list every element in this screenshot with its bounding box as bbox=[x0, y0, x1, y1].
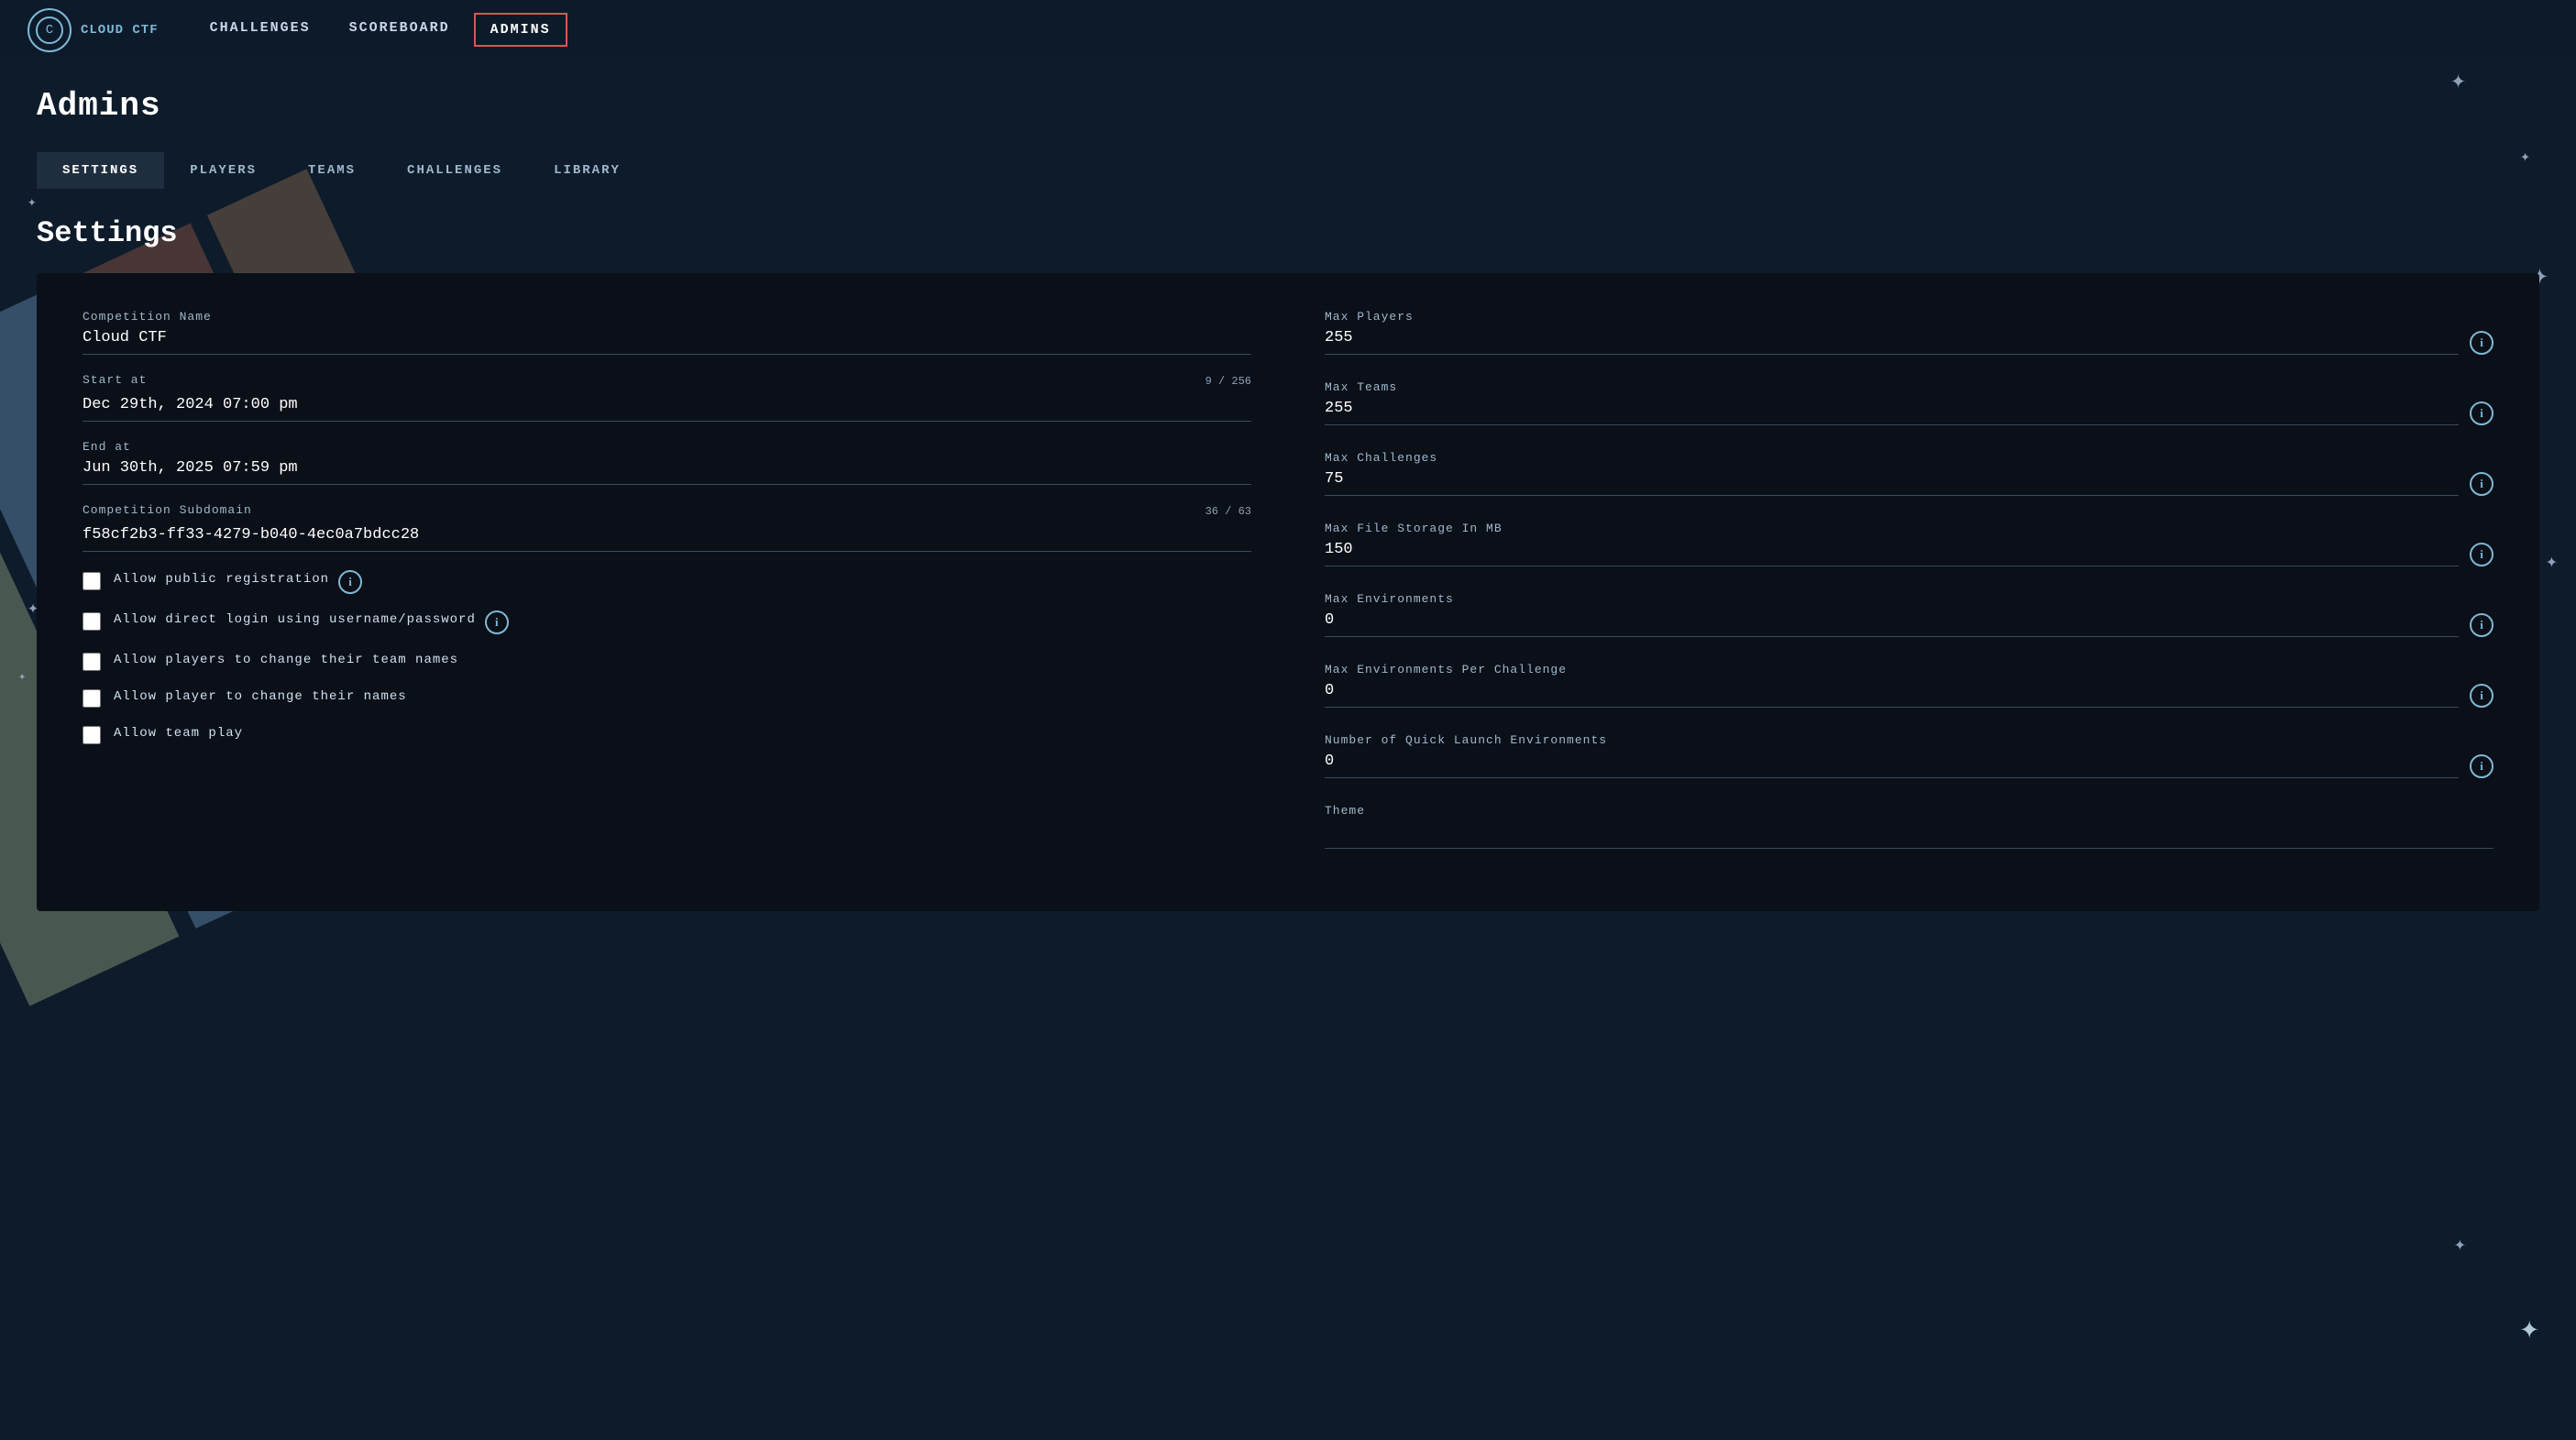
end-at-label: End at bbox=[83, 440, 1251, 454]
quick-launch-environments-input[interactable] bbox=[1325, 753, 2459, 778]
max-challenges-group: Max Challenges bbox=[1325, 451, 2459, 496]
theme-row: Theme bbox=[1325, 804, 2493, 849]
subdomain-value: f58cf2b3-ff33-4279-b040-4ec0a7bdcc28 bbox=[83, 526, 1251, 552]
max-players-input[interactable] bbox=[1325, 329, 2459, 355]
max-environments-per-challenge-label: Max Environments Per Challenge bbox=[1325, 663, 2459, 676]
competition-name-group: Competition Name Cloud CTF bbox=[83, 310, 1251, 355]
theme-label: Theme bbox=[1325, 804, 2493, 818]
max-environments-label: Max Environments bbox=[1325, 592, 2459, 606]
competition-name-label: Competition Name bbox=[83, 310, 1251, 324]
tab-library[interactable]: LIBRARY bbox=[528, 152, 646, 189]
navbar: C CLOUD CTF CHALLENGES SCOREBOARD ADMINS bbox=[0, 0, 2576, 60]
end-at-value: Jun 30th, 2025 07:59 pm bbox=[83, 459, 1251, 485]
sub-tabs: SETTINGS PLAYERS TEAMS CHALLENGES LIBRAR… bbox=[37, 152, 2539, 189]
max-environments-input[interactable] bbox=[1325, 611, 2459, 637]
checkbox-team-names-label: Allow players to change their team names bbox=[114, 651, 458, 670]
logo-icon: C bbox=[28, 8, 72, 52]
checkbox-direct-login-label: Allow direct login using username/passwo… bbox=[114, 610, 476, 630]
tab-teams[interactable]: TEAMS bbox=[282, 152, 381, 189]
checkbox-player-names-label: Allow player to change their names bbox=[114, 687, 407, 707]
quick-launch-environments-row: Number of Quick Launch Environments i bbox=[1325, 733, 2493, 778]
max-file-storage-group: Max File Storage In MB bbox=[1325, 522, 2459, 566]
max-environments-row: Max Environments i bbox=[1325, 592, 2493, 637]
max-file-storage-input[interactable] bbox=[1325, 541, 2459, 566]
checkbox-direct-login-input[interactable] bbox=[83, 612, 101, 631]
page-content: Admins SETTINGS PLAYERS TEAMS CHALLENGES… bbox=[0, 60, 2576, 939]
logo[interactable]: C CLOUD CTF bbox=[28, 8, 159, 52]
max-players-group: Max Players bbox=[1325, 310, 2459, 355]
max-environments-info-btn[interactable]: i bbox=[2470, 613, 2493, 637]
checkbox-team-play-input[interactable] bbox=[83, 726, 101, 744]
subdomain-label: Competition Subdomain bbox=[83, 503, 252, 517]
subdomain-char-count: 36 / 63 bbox=[1205, 505, 1251, 518]
quick-launch-environments-info-btn[interactable]: i bbox=[2470, 754, 2493, 778]
checkbox-group: Allow public registration i Allow direct… bbox=[83, 570, 1251, 744]
theme-group: Theme bbox=[1325, 804, 2493, 849]
quick-launch-environments-group: Number of Quick Launch Environments bbox=[1325, 733, 2459, 778]
logo-text: CLOUD CTF bbox=[81, 23, 159, 38]
max-players-label: Max Players bbox=[1325, 310, 2459, 324]
end-at-group: End at Jun 30th, 2025 07:59 pm bbox=[83, 440, 1251, 485]
max-challenges-info-btn[interactable]: i bbox=[2470, 472, 2493, 496]
max-teams-info-btn[interactable]: i bbox=[2470, 401, 2493, 425]
nav-links: CHALLENGES SCOREBOARD ADMINS bbox=[195, 13, 567, 47]
max-environments-per-challenge-group: Max Environments Per Challenge bbox=[1325, 663, 2459, 708]
star-decoration-9: ✦ bbox=[2519, 1309, 2539, 1348]
quick-launch-environments-label: Number of Quick Launch Environments bbox=[1325, 733, 2459, 747]
max-file-storage-info-btn[interactable]: i bbox=[2470, 543, 2493, 566]
max-environments-group: Max Environments bbox=[1325, 592, 2459, 637]
page-title: Admins bbox=[37, 87, 2539, 125]
max-teams-row: Max Teams i bbox=[1325, 380, 2493, 425]
max-challenges-row: Max Challenges i bbox=[1325, 451, 2493, 496]
nav-admins[interactable]: ADMINS bbox=[474, 13, 567, 47]
max-players-info-btn[interactable]: i bbox=[2470, 331, 2493, 355]
max-teams-input[interactable] bbox=[1325, 400, 2459, 425]
tab-players[interactable]: PLAYERS bbox=[164, 152, 282, 189]
tab-settings[interactable]: SETTINGS bbox=[37, 152, 164, 189]
subdomain-group: Competition Subdomain 36 / 63 f58cf2b3-f… bbox=[83, 503, 1251, 552]
max-challenges-input[interactable] bbox=[1325, 470, 2459, 496]
checkbox-team-names-input[interactable] bbox=[83, 653, 101, 671]
checkbox-team-names: Allow players to change their team names bbox=[83, 651, 1251, 671]
checkbox-player-names: Allow player to change their names bbox=[83, 687, 1251, 708]
checkbox-public-registration: Allow public registration i bbox=[83, 570, 1251, 594]
nav-scoreboard[interactable]: SCOREBOARD bbox=[335, 13, 465, 47]
max-file-storage-label: Max File Storage In MB bbox=[1325, 522, 2459, 535]
tab-challenges[interactable]: CHALLENGES bbox=[381, 152, 528, 189]
theme-input[interactable] bbox=[1325, 823, 2493, 849]
settings-title: Settings bbox=[37, 216, 2539, 250]
start-at-value: Dec 29th, 2024 07:00 pm bbox=[83, 396, 1251, 422]
checkbox-direct-login: Allow direct login using username/passwo… bbox=[83, 610, 1251, 634]
max-teams-label: Max Teams bbox=[1325, 380, 2459, 394]
checkbox-player-names-input[interactable] bbox=[83, 689, 101, 708]
max-challenges-label: Max Challenges bbox=[1325, 451, 2459, 465]
max-environments-per-challenge-input[interactable] bbox=[1325, 682, 2459, 708]
checkbox-team-play: Allow team play bbox=[83, 724, 1251, 744]
max-environments-per-challenge-info-btn[interactable]: i bbox=[2470, 684, 2493, 708]
start-at-label: Start at bbox=[83, 373, 147, 387]
logo-inner: C bbox=[36, 16, 63, 44]
checkbox-team-play-label: Allow team play bbox=[114, 724, 243, 743]
start-char-count: 9 / 256 bbox=[1205, 375, 1251, 388]
start-at-group: Start at 9 / 256 Dec 29th, 2024 07:00 pm bbox=[83, 373, 1251, 422]
nav-challenges[interactable]: CHALLENGES bbox=[195, 13, 325, 47]
star-decoration-10: ✦ bbox=[2454, 1233, 2466, 1257]
max-players-row: Max Players i bbox=[1325, 310, 2493, 355]
max-environments-per-challenge-row: Max Environments Per Challenge i bbox=[1325, 663, 2493, 708]
competition-name-value: Cloud CTF bbox=[83, 329, 1251, 355]
checkbox-public-registration-label: Allow public registration bbox=[114, 570, 329, 589]
public-registration-info-btn[interactable]: i bbox=[338, 570, 362, 594]
max-file-storage-row: Max File Storage In MB i bbox=[1325, 522, 2493, 566]
settings-right: Max Players i Max Teams i Max Challenges bbox=[1325, 310, 2493, 874]
checkbox-public-registration-input[interactable] bbox=[83, 572, 101, 590]
max-teams-group: Max Teams bbox=[1325, 380, 2459, 425]
direct-login-info-btn[interactable]: i bbox=[485, 610, 509, 634]
settings-panel: Competition Name Cloud CTF Start at 9 / … bbox=[37, 273, 2539, 911]
settings-left: Competition Name Cloud CTF Start at 9 / … bbox=[83, 310, 1251, 874]
